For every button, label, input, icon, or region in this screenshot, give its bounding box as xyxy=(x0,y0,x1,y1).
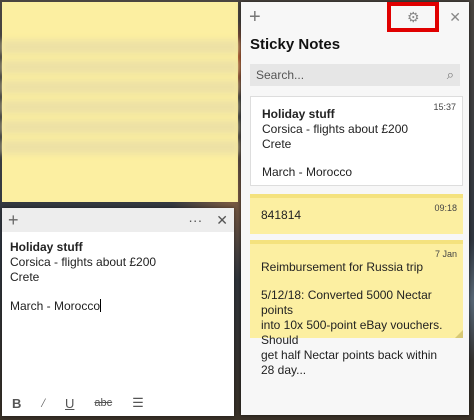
note-timestamp: 15:37 xyxy=(433,102,456,112)
note-line: March - Morocco xyxy=(10,299,101,313)
note-card[interactable]: 09:18 841814 xyxy=(250,194,463,234)
note-card[interactable]: 7 Jan Reimbursement for Russia trip 5/12… xyxy=(250,240,463,377)
note-timestamp: 09:18 xyxy=(434,203,457,213)
blurred-line xyxy=(2,40,238,54)
note-timestamp: 7 Jan xyxy=(434,249,457,259)
note-card-line: Corsica - flights about £200 xyxy=(262,122,409,136)
text-cursor xyxy=(100,299,102,312)
note-editor-window: + ··· ✕ Holiday stuff Corsica - flights … xyxy=(2,208,234,416)
close-note-button[interactable]: ✕ xyxy=(216,212,228,229)
blurred-line xyxy=(2,80,238,94)
search-input[interactable] xyxy=(256,68,426,82)
underline-button[interactable]: U xyxy=(65,396,74,411)
note-title: Holiday stuff xyxy=(10,240,83,254)
blurred-line xyxy=(2,100,238,114)
note-line: Corsica - flights about £200 xyxy=(10,255,157,269)
format-toolbar: B / U abc ☰ xyxy=(2,390,234,416)
new-note-button[interactable]: + xyxy=(8,211,19,229)
strikethrough-button[interactable]: abc xyxy=(94,397,112,409)
note-card-title: Holiday stuff xyxy=(262,107,335,121)
blurred-line xyxy=(2,120,238,134)
sticky-note-blurred[interactable] xyxy=(2,2,238,202)
panel-topbar: + ⚙ ✕ xyxy=(241,2,469,32)
search-icon[interactable]: ⌕ xyxy=(447,67,454,83)
gear-icon[interactable]: ⚙ xyxy=(407,9,420,26)
note-card-line: Reimbursement for Russia trip xyxy=(261,260,424,274)
search-box[interactable]: ⌕ xyxy=(250,64,460,86)
note-card-line: 5/12/18: Converted 5000 Nectar points xyxy=(261,288,432,317)
close-panel-button[interactable]: ✕ xyxy=(449,9,461,26)
page-fold xyxy=(455,330,463,338)
bold-button[interactable]: B xyxy=(12,396,21,411)
more-options-button[interactable]: ··· xyxy=(188,212,202,228)
note-content[interactable]: Holiday stuff Corsica - flights about £2… xyxy=(2,232,234,322)
blurred-line xyxy=(2,140,238,154)
note-card-line: March - Morocco xyxy=(262,165,353,179)
settings-highlight: ⚙ xyxy=(387,2,440,32)
italic-button[interactable]: / xyxy=(41,395,45,411)
add-note-button[interactable]: + xyxy=(249,7,261,27)
note-card-line: get half Nectar points back within 28 da… xyxy=(261,348,438,377)
note-card-line: into 10x 500-point eBay vouchers. Should xyxy=(261,318,443,347)
note-card[interactable]: 15:37 Holiday stuff Corsica - flights ab… xyxy=(250,96,463,186)
bullet-list-button[interactable]: ☰ xyxy=(132,395,144,411)
note-line: Crete xyxy=(10,270,40,284)
note-card-line: Crete xyxy=(262,137,292,151)
blurred-line xyxy=(2,60,238,74)
note-titlebar: + ··· ✕ xyxy=(2,208,234,232)
panel-title: Sticky Notes xyxy=(250,36,341,53)
note-card-line: 841814 xyxy=(261,208,302,222)
